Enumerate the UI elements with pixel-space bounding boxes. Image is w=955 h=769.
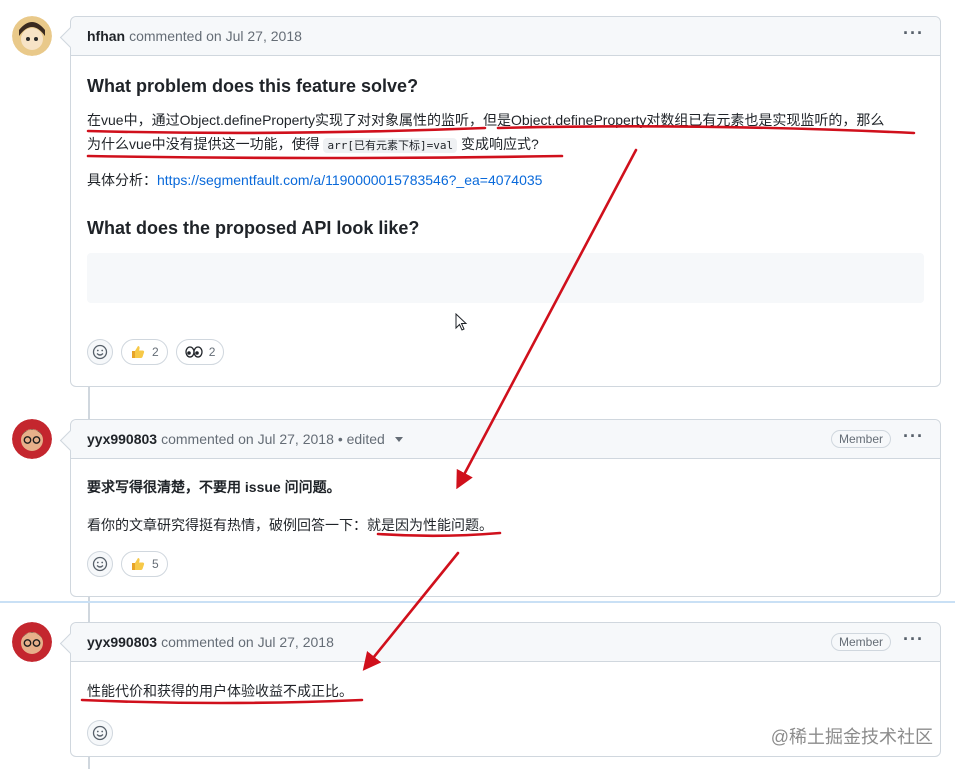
- kebab-menu-icon[interactable]: ···: [903, 24, 924, 44]
- comment-meta[interactable]: commented on Jul 27, 2018: [161, 431, 334, 447]
- empty-code-block: [87, 253, 924, 303]
- paragraph: 性能代价和获得的用户体验收益不成正比。: [87, 683, 353, 699]
- kebab-menu-icon[interactable]: ···: [903, 427, 924, 447]
- paragraph-text: 就是因为性能问题。: [367, 517, 493, 533]
- comment-body: What problem does this feature solve? 在v…: [71, 76, 940, 365]
- comment-meta[interactable]: commented on Jul 27, 2018: [129, 28, 302, 44]
- comment-body: 要求写得很清楚，不要用 issue 问问题。 看你的文章研究得挺有热情，破例回答…: [71, 475, 940, 577]
- reaction-thumbs-up[interactable]: 2: [121, 339, 168, 365]
- reaction-count: 5: [152, 557, 159, 571]
- smiley-icon: [92, 556, 108, 572]
- comment-author[interactable]: yyx990803: [87, 431, 157, 447]
- add-reaction-button[interactable]: [87, 339, 113, 365]
- reaction-thumbs-up[interactable]: 5: [121, 551, 168, 577]
- reaction-eyes[interactable]: 2: [175, 339, 225, 365]
- smiley-icon: [92, 344, 108, 360]
- reactions-bar: 2 2: [87, 339, 924, 365]
- timeline-connector: [88, 755, 90, 769]
- comment-header: yyx990803 commented on Jul 27, 2018 Memb…: [71, 623, 940, 662]
- avatar[interactable]: [12, 419, 52, 459]
- analysis-line: 具体分析：https://segmentfault.com/a/11900000…: [87, 168, 924, 192]
- chevron-down-icon[interactable]: [394, 436, 403, 442]
- mouse-cursor-icon: [455, 313, 468, 331]
- analysis-label: 具体分析：: [87, 172, 157, 188]
- comment-card: yyx990803 commented on Jul 27, 2018 • ed…: [70, 419, 941, 597]
- member-badge: Member: [831, 633, 892, 651]
- comment-header: yyx990803 commented on Jul 27, 2018 • ed…: [71, 420, 940, 459]
- analysis-link[interactable]: https://segmentfault.com/a/1190000015783…: [157, 172, 542, 188]
- comment-card: hfhan commented on Jul 27, 2018 ··· What…: [70, 16, 941, 387]
- reaction-count: 2: [208, 345, 216, 359]
- smiley-icon: [92, 725, 108, 741]
- timeline-divider: [0, 601, 955, 603]
- comment-meta[interactable]: commented on Jul 27, 2018: [161, 634, 334, 650]
- bold-paragraph: 要求写得很清楚，不要用 issue 问问题。: [87, 479, 341, 495]
- add-reaction-button[interactable]: [87, 720, 113, 746]
- comment-author[interactable]: yyx990803: [87, 634, 157, 650]
- heading: What problem does this feature solve?: [87, 76, 419, 96]
- eyes-icon: [185, 346, 203, 358]
- avatar[interactable]: [12, 622, 52, 662]
- comment-header: hfhan commented on Jul 27, 2018 ···: [71, 17, 940, 56]
- kebab-menu-icon[interactable]: ···: [903, 630, 924, 650]
- timeline-connector: [88, 386, 90, 420]
- paragraph-text: 变成响应式?: [460, 136, 539, 152]
- edited-indicator[interactable]: • edited: [338, 431, 385, 447]
- heading: What does the proposed API look like?: [87, 218, 420, 238]
- reactions-bar: 5: [87, 551, 924, 577]
- paragraph: 看你的文章研究得挺有热情，破例回答一下：就是因为性能问题。: [87, 513, 924, 537]
- paragraph-text: 看你的文章研究得挺有热情，破例回答一下：: [87, 517, 367, 533]
- avatar[interactable]: [12, 16, 52, 56]
- thumbs-up-icon: [132, 346, 145, 358]
- comment-author[interactable]: hfhan: [87, 28, 125, 44]
- watermark: @稀土掘金技术社区: [770, 727, 933, 747]
- add-reaction-button[interactable]: [87, 551, 113, 577]
- timeline-connector: [88, 595, 90, 622]
- paragraph: 在vue中，通过Object.defineProperty实现了对对象属性的监听…: [87, 108, 924, 158]
- member-badge: Member: [831, 430, 892, 448]
- paragraph-text: 为什么vue中没有提供这一功能，使得: [87, 136, 320, 152]
- inline-code: arr[已有元素下标]=val: [323, 138, 458, 153]
- reaction-count: 2: [152, 345, 159, 359]
- paragraph-text: 在vue中，通过Object.defineProperty实现了对对象属性的监听…: [87, 112, 885, 128]
- thumbs-up-icon: [132, 558, 145, 570]
